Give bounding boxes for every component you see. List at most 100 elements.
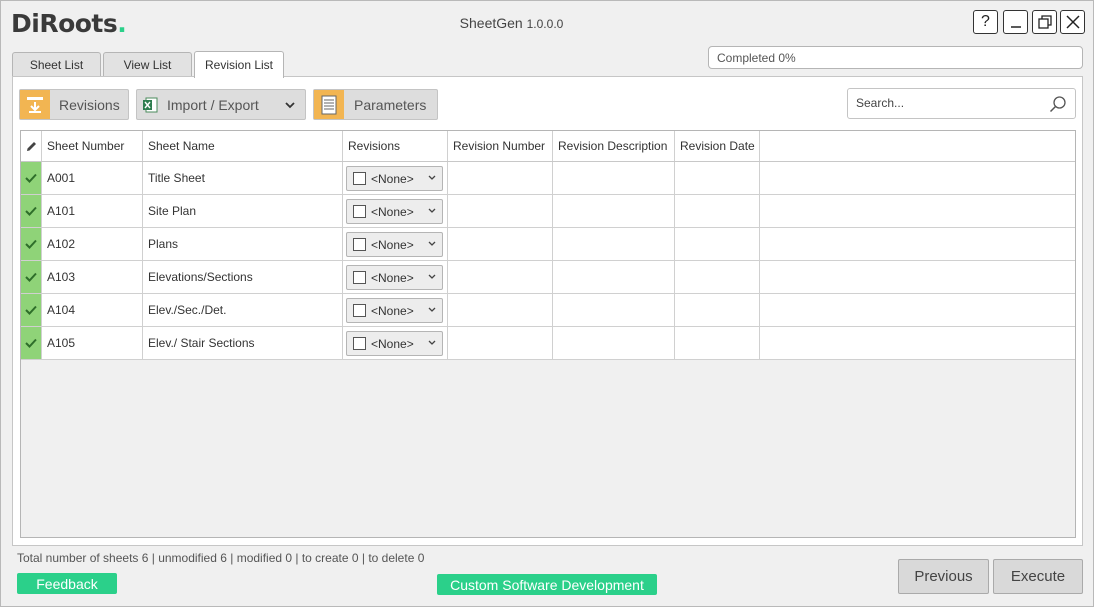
revisions-dropdown[interactable]: <None>	[346, 298, 443, 323]
tab-revision-list[interactable]: Revision List	[194, 51, 284, 78]
restore-button[interactable]	[1032, 10, 1057, 34]
table-row[interactable]: A104 Elev./Sec./Det. <None>	[21, 294, 1075, 327]
minimize-button[interactable]	[1003, 10, 1028, 34]
revisions-icon	[20, 90, 50, 119]
sheet-name-cell[interactable]: Elev./ Stair Sections	[143, 327, 343, 359]
revisions-dropdown[interactable]: <None>	[346, 331, 443, 356]
revisions-cell[interactable]: <None>	[343, 228, 448, 260]
revisions-dropdown[interactable]: <None>	[346, 199, 443, 224]
revision-list-panel: Revisions Import / Export Parameters Sea…	[12, 76, 1083, 546]
table-row[interactable]: A105 Elev./ Stair Sections <None>	[21, 327, 1075, 360]
sheet-name-cell[interactable]: Title Sheet	[143, 162, 343, 194]
revision-number-cell[interactable]	[448, 294, 553, 326]
tab-view-list[interactable]: View List	[103, 52, 192, 76]
tab-sheet-list[interactable]: Sheet List	[12, 52, 101, 76]
sheet-name-cell[interactable]: Site Plan	[143, 195, 343, 227]
import-export-dropdown[interactable]: Import / Export	[136, 89, 306, 120]
chevron-down-icon	[428, 175, 436, 180]
revision-description-cell[interactable]	[553, 327, 675, 359]
sheet-number-cell[interactable]: A001	[42, 162, 143, 194]
window-title: SheetGen 1.0.0.0	[1, 15, 1022, 31]
custom-dev-label: Custom Software Development	[450, 576, 644, 593]
column-header[interactable]: Sheet Name	[143, 131, 343, 161]
help-button[interactable]: ?	[973, 10, 998, 34]
revision-date-cell[interactable]	[675, 162, 760, 194]
row-status-indicator	[21, 228, 42, 260]
previous-label: Previous	[914, 568, 973, 585]
minimize-icon	[1010, 26, 1021, 28]
edit-column-header	[21, 131, 42, 161]
revisions-cell[interactable]: <None>	[343, 327, 448, 359]
help-icon: ?	[981, 13, 990, 30]
excel-icon	[137, 90, 163, 119]
revision-date-cell[interactable]	[675, 294, 760, 326]
table-row[interactable]: A001 Title Sheet <None>	[21, 162, 1075, 195]
column-header[interactable]: Revision Number	[448, 131, 553, 161]
sheet-number-cell[interactable]: A105	[42, 327, 143, 359]
column-header[interactable]: Sheet Number	[42, 131, 143, 161]
sheet-number-cell[interactable]: A102	[42, 228, 143, 260]
sheet-name-cell[interactable]: Elevations/Sections	[143, 261, 343, 293]
revision-description-cell[interactable]	[553, 228, 675, 260]
revision-description-cell[interactable]	[553, 162, 675, 194]
column-header[interactable]: Revision Description	[553, 131, 675, 161]
search-input[interactable]	[856, 96, 1041, 110]
chevron-down-icon	[428, 307, 436, 312]
revision-number-cell[interactable]	[448, 261, 553, 293]
app-version: 1.0.0.0	[526, 17, 564, 31]
sheet-number-cell[interactable]: A103	[42, 261, 143, 293]
revisions-dropdown[interactable]: <None>	[346, 232, 443, 257]
revision-date-cell[interactable]	[675, 327, 760, 359]
revisions-button[interactable]: Revisions	[19, 89, 129, 120]
table-row[interactable]: A103 Elevations/Sections <None>	[21, 261, 1075, 294]
revisions-dropdown[interactable]: <None>	[346, 265, 443, 290]
table-row[interactable]: A102 Plans <None>	[21, 228, 1075, 261]
search-icon[interactable]	[1049, 95, 1067, 113]
custom-software-development-button[interactable]: Custom Software Development	[437, 574, 657, 595]
sheet-number-cell[interactable]: A101	[42, 195, 143, 227]
revision-checkbox[interactable]	[353, 304, 366, 317]
chevron-down-icon	[428, 340, 436, 345]
checkmark-icon	[25, 272, 37, 282]
revision-description-cell[interactable]	[553, 195, 675, 227]
sheet-name-cell[interactable]: Plans	[143, 228, 343, 260]
revision-number-cell[interactable]	[448, 195, 553, 227]
revision-description-cell[interactable]	[553, 294, 675, 326]
revision-checkbox[interactable]	[353, 271, 366, 284]
revision-date-cell[interactable]	[675, 195, 760, 227]
revision-checkbox[interactable]	[353, 238, 366, 251]
revision-checkbox[interactable]	[353, 172, 366, 185]
feedback-button[interactable]: Feedback	[17, 573, 117, 594]
parameters-button[interactable]: Parameters	[313, 89, 438, 120]
execute-button[interactable]: Execute	[993, 559, 1083, 594]
pencil-icon	[26, 141, 36, 151]
revision-number-cell[interactable]	[448, 327, 553, 359]
revisions-cell[interactable]: <None>	[343, 294, 448, 326]
revision-number-cell[interactable]	[448, 228, 553, 260]
revisions-label: Revisions	[59, 96, 120, 113]
execute-label: Execute	[1010, 568, 1066, 585]
sheet-number-cell[interactable]: A104	[42, 294, 143, 326]
revisions-value: <None>	[371, 171, 414, 186]
revision-checkbox[interactable]	[353, 337, 366, 350]
revision-checkbox[interactable]	[353, 205, 366, 218]
revision-date-cell[interactable]	[675, 228, 760, 260]
previous-button[interactable]: Previous	[898, 559, 989, 594]
sheet-name-cell[interactable]: Elev./Sec./Det.	[143, 294, 343, 326]
revision-date-cell[interactable]	[675, 261, 760, 293]
revisions-value: <None>	[371, 336, 414, 351]
table-row[interactable]: A101 Site Plan <None>	[21, 195, 1075, 228]
revisions-cell[interactable]: <None>	[343, 162, 448, 194]
parameters-label: Parameters	[354, 96, 427, 113]
revisions-cell[interactable]: <None>	[343, 261, 448, 293]
close-button[interactable]	[1060, 10, 1085, 34]
column-header[interactable]: Revision Date	[675, 131, 760, 161]
revision-description-cell[interactable]	[553, 261, 675, 293]
revision-number-cell[interactable]	[448, 162, 553, 194]
revisions-cell[interactable]: <None>	[343, 195, 448, 227]
search-box[interactable]	[847, 88, 1076, 119]
column-header[interactable]: Revisions	[343, 131, 448, 161]
revisions-dropdown[interactable]: <None>	[346, 166, 443, 191]
parameters-icon	[314, 90, 344, 119]
progress-text: Completed 0%	[717, 51, 796, 65]
